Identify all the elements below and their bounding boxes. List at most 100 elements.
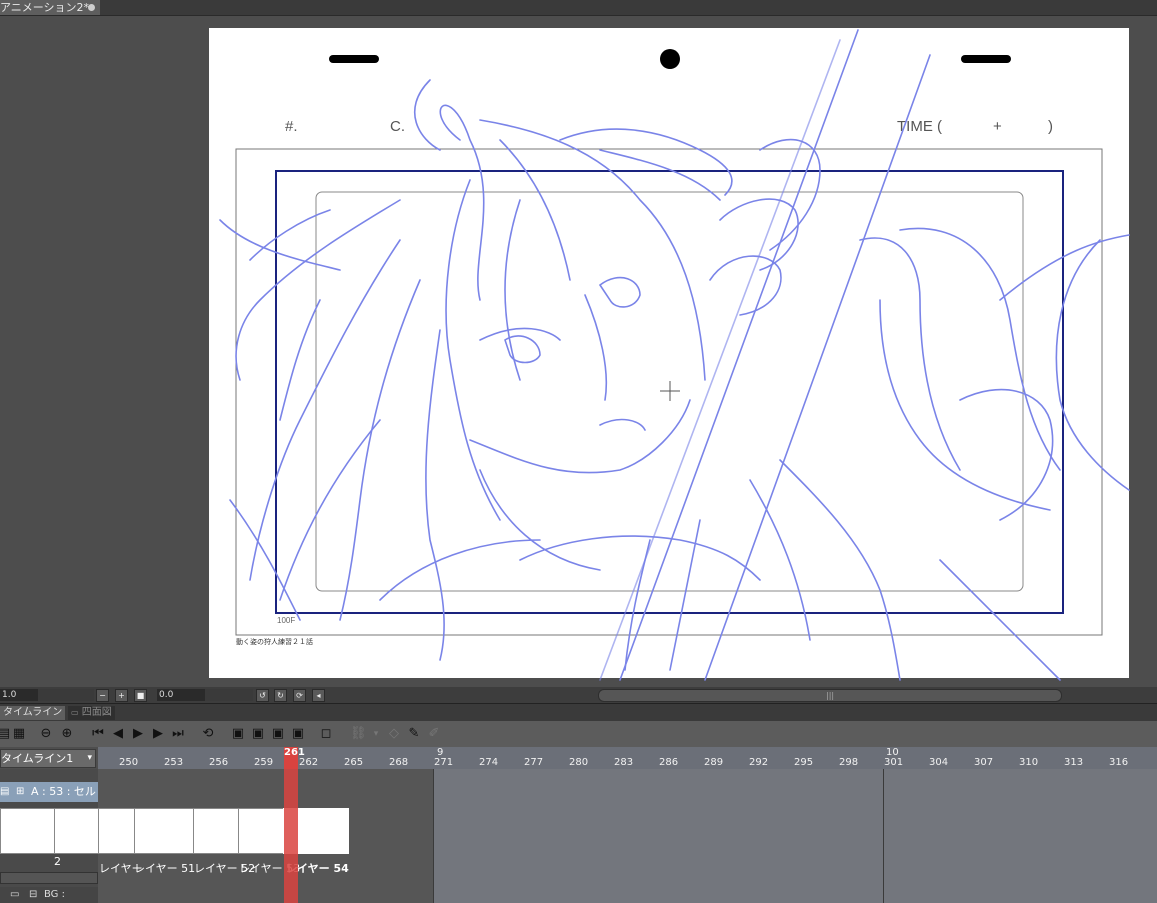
frame-tick: 274: [479, 757, 499, 768]
frame-tick: 295: [794, 757, 814, 768]
frame-tick: 262: [299, 757, 319, 768]
frame-tick: 256: [209, 757, 229, 768]
frame-ruler[interactable]: 261 9 10 250 253 256 259 262 265 268 271…: [98, 747, 1157, 769]
zoom-slider[interactable]: [38, 689, 94, 701]
edit-keyframe-icon[interactable]: ✎: [406, 726, 422, 742]
tab-four-view-label: 四面図: [81, 707, 112, 718]
chevron-down-icon: ▾: [87, 753, 92, 763]
playhead[interactable]: [284, 769, 298, 903]
previous-frame-icon[interactable]: ◀: [110, 726, 126, 742]
header-hash: #.: [285, 118, 298, 135]
timeline-name: タイムライン1: [1, 752, 74, 765]
horizontal-scrollbar[interactable]: |||: [598, 689, 1062, 702]
rotation-field[interactable]: 0.0: [157, 689, 205, 701]
cel-thumbnail[interactable]: [0, 808, 55, 854]
outer-safe-frame: [235, 148, 1103, 636]
header-plus: +: [993, 118, 1002, 135]
collapse-folder-icon[interactable]: ⊟: [29, 887, 37, 903]
layer-row-bg-folder[interactable]: ▭ ⊟ BG :: [0, 887, 98, 903]
frame-tick: 310: [1019, 757, 1039, 768]
rotation-slider[interactable]: [205, 689, 253, 701]
new-animation-cel-icon[interactable]: ▣: [250, 726, 266, 742]
cel-thumbnail[interactable]: [98, 808, 135, 854]
reset-rotation-icon[interactable]: ⟳: [293, 689, 306, 702]
second-line: [883, 769, 884, 903]
expand-folder-icon[interactable]: ⊞: [16, 782, 24, 802]
add-keyframe-icon[interactable]: ◇: [386, 726, 402, 742]
peg-hole-right: [961, 55, 1011, 63]
cel-count: 2: [54, 855, 61, 868]
fit-view-icon[interactable]: ■: [134, 689, 147, 702]
frame-tick: 286: [659, 757, 679, 768]
play-icon[interactable]: ▶: [130, 726, 146, 742]
footer-note: 動く姿の狩人練習２１話: [236, 637, 313, 646]
new-animation-folder-icon[interactable]: ▣: [230, 726, 246, 742]
canvas-overlay: #. C. TIME ( + ) 100F 動く姿の狩人練習２１話: [219, 29, 1130, 681]
frame-tick: 313: [1064, 757, 1084, 768]
panel-tab-bar: タイムライン ▭ 四面図: [0, 703, 1157, 721]
zoom-in-icon[interactable]: +: [115, 689, 128, 702]
cell-folder-name: A : 53 : セル: [31, 785, 96, 798]
timeline-selector-area: タイムライン1 ▾: [0, 747, 99, 769]
cel-thumbnail[interactable]: [238, 808, 284, 854]
timeline-track-area[interactable]: レイヤー レイヤー 51 レイヤー 52 レイヤー 53 レイヤー 54: [98, 769, 1157, 903]
frame-tick: 283: [614, 757, 634, 768]
frame-tick: 265: [344, 757, 364, 768]
keyframe-dropdown-icon[interactable]: ▾: [368, 726, 384, 742]
timeline-toolbar: ▤ ▦ ⊖ ⊕ ⏮ ◀ ▶ ▶ ⏭ ⟲ ▣ ▣ ▣ ▣ ◻ ⛓ ▾ ◇ ✎ ✐: [0, 721, 1157, 748]
specify-cel-icon[interactable]: ▣: [270, 726, 286, 742]
peg-hole-left: [329, 55, 379, 63]
scrollbar-grip-icon: |||: [826, 691, 835, 700]
frame-label: 100F: [277, 616, 295, 625]
zoom-out-timeline-icon[interactable]: ⊖: [38, 726, 54, 742]
frame-tick: 253: [164, 757, 184, 768]
rotate-right-icon[interactable]: ↻: [274, 689, 287, 702]
frame-tick: 271: [434, 757, 454, 768]
frame-tick: 277: [524, 757, 544, 768]
folder-icon: ▭: [10, 889, 20, 900]
cel-thumbnail[interactable]: [134, 808, 194, 854]
frame-tick: 298: [839, 757, 859, 768]
frame-tick: 316: [1109, 757, 1129, 768]
zoom-field[interactable]: 1.0: [0, 689, 38, 701]
header-cut: C.: [390, 118, 405, 135]
first-frame-icon[interactable]: ⏮: [90, 726, 106, 742]
range-end-line: [433, 769, 434, 903]
layer-row-cell-folder[interactable]: ▤ ⊞ A : 53 : セル: [0, 782, 98, 802]
link-keyframe-icon[interactable]: ⛓: [350, 726, 367, 742]
frame-tick: 292: [749, 757, 769, 768]
bg-folder-name: BG :: [44, 889, 65, 900]
frame-tick: 250: [119, 757, 139, 768]
scroll-left-icon[interactable]: ◂: [312, 689, 325, 702]
four-view-icon: ▭: [71, 708, 79, 717]
rotate-left-icon[interactable]: ↺: [256, 689, 269, 702]
frame-tick: 289: [704, 757, 724, 768]
frame-tick: 259: [254, 757, 274, 768]
frame-tick: 304: [929, 757, 949, 768]
edit-timeline-icon[interactable]: ▦: [11, 726, 27, 742]
pen-icon[interactable]: ✐: [426, 726, 442, 742]
onion-skin-icon[interactable]: ◻: [318, 726, 334, 742]
cel-thumbnail[interactable]: [193, 808, 239, 854]
current-frame-marker[interactable]: 261: [284, 747, 305, 769]
delete-cel-icon[interactable]: ▣: [290, 726, 306, 742]
zoom-in-timeline-icon[interactable]: ⊕: [59, 726, 75, 742]
tab-timeline[interactable]: タイムライン: [0, 706, 66, 720]
layer-scrollbar[interactable]: [0, 872, 98, 884]
header-close: ): [1048, 118, 1053, 135]
cel-thumbnail[interactable]: [54, 808, 99, 854]
frame-tick: 268: [389, 757, 409, 768]
tab-four-view[interactable]: ▭ 四面図: [68, 706, 115, 720]
frame-tick: 280: [569, 757, 589, 768]
frame-tick: 301: [884, 757, 904, 768]
last-frame-icon[interactable]: ⏭: [170, 726, 186, 742]
peg-hole-center: [660, 49, 680, 69]
timeline-select[interactable]: タイムライン1 ▾: [0, 749, 96, 768]
layer-list: ▤ ⊞ A : 53 : セル 2 ▭ ⊟ BG :: [0, 769, 99, 903]
frame-tick: 307: [974, 757, 994, 768]
loop-icon[interactable]: ⟲: [200, 726, 216, 742]
zoom-out-icon[interactable]: −: [96, 689, 109, 702]
next-frame-icon[interactable]: ▶: [150, 726, 166, 742]
cel-folder-icon: ▤: [0, 786, 10, 797]
cel-label: レイヤー 51: [134, 862, 196, 875]
